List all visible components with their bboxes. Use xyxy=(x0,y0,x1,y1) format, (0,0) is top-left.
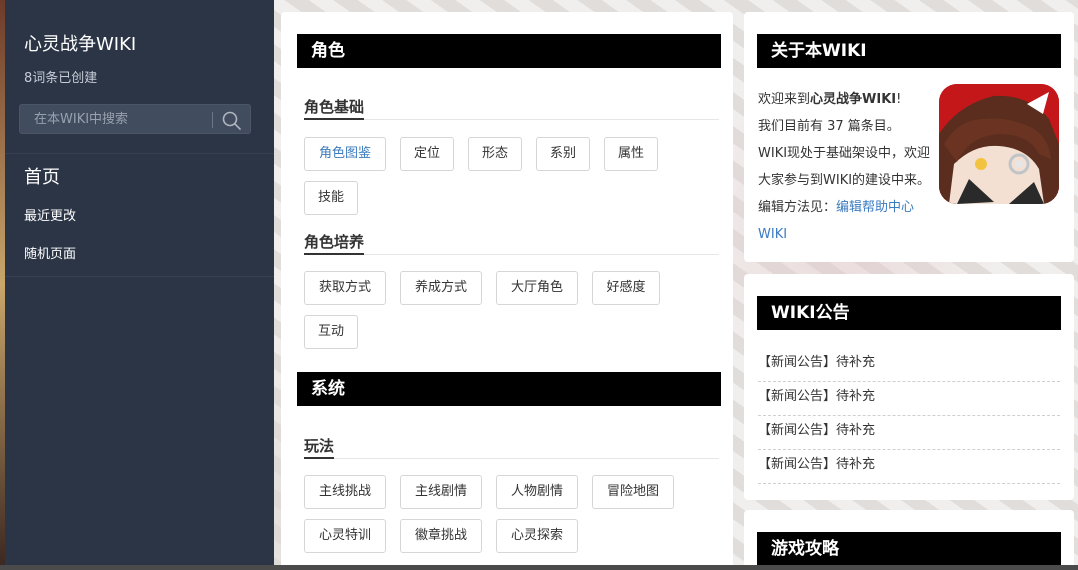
section-title-role: 角色 xyxy=(297,34,721,68)
news-item[interactable]: 【新闻公告】待补充 xyxy=(758,416,1060,450)
tag-mind-explore[interactable]: 心灵探索 xyxy=(496,519,578,553)
nav-home[interactable]: 首页 xyxy=(24,163,60,189)
notice-title: WIKI公告 xyxy=(757,296,1061,330)
tag-positioning[interactable]: 定位 xyxy=(400,137,454,171)
search-box xyxy=(19,104,251,134)
tag-adventure-map[interactable]: 冒险地图 xyxy=(592,475,674,509)
tag-affinity[interactable]: 好感度 xyxy=(592,271,660,305)
tag-badge-challenge[interactable]: 徽章挑战 xyxy=(400,519,482,553)
tag-interaction[interactable]: 互动 xyxy=(304,315,358,349)
nav-random-page[interactable]: 随机页面 xyxy=(24,243,76,262)
tag-form[interactable]: 形态 xyxy=(468,137,522,171)
group-title-text: 角色基础 xyxy=(304,98,365,120)
notice-card: WIKI公告 【新闻公告】待补充 【新闻公告】待补充 【新闻公告】待补充 【新闻… xyxy=(744,274,1074,500)
tag-attribute[interactable]: 属性 xyxy=(604,137,658,171)
search-icon xyxy=(222,111,241,130)
group-title-role-training: 角色培养 xyxy=(304,233,719,255)
group-title-role-basic: 角色基础 xyxy=(304,98,719,120)
tag-role-gallery[interactable]: 角色图鉴 xyxy=(304,137,386,171)
character-avatar-art xyxy=(939,84,1059,204)
tag-mind-training[interactable]: 心灵特训 xyxy=(304,519,386,553)
bottom-strip xyxy=(0,565,1078,570)
entry-count-text: 我们目前有 37 篇条目。 xyxy=(758,119,900,134)
guide-title: 游戏攻略 xyxy=(757,532,1061,566)
news-item[interactable]: 【新闻公告】待补充 xyxy=(758,382,1060,416)
about-card: 关于本WIKI 欢迎来到心灵战争WIKI! 我们目前有 37 篇条目。 WIKI… xyxy=(744,12,1074,262)
about-title: 关于本WIKI xyxy=(757,34,1061,68)
group-title-text: 角色培养 xyxy=(304,233,365,255)
news-item[interactable]: 【新闻公告】待补充 xyxy=(758,450,1060,484)
group-title-gameplay: 玩法 xyxy=(304,437,719,459)
site-title[interactable]: 心灵战争WIKI xyxy=(24,30,136,56)
welcome-name: 心灵战争WIKI xyxy=(810,92,897,107)
welcome-pre: 欢迎来到 xyxy=(758,92,811,107)
sidebar-divider xyxy=(5,153,274,154)
tag-training[interactable]: 养成方式 xyxy=(400,271,482,305)
section-title-system: 系统 xyxy=(297,372,721,406)
tag-acquire[interactable]: 获取方式 xyxy=(304,271,386,305)
tag-main-challenge[interactable]: 主线挑战 xyxy=(304,475,386,509)
entry-count: 8词条已创建 xyxy=(24,71,98,86)
edit-label: 编辑方法见： xyxy=(758,200,837,215)
nav-recent-changes[interactable]: 最近更改 xyxy=(24,205,76,224)
main-content: 角色 角色基础 角色图鉴 定位 形态 系别 属性 技能 角色培养 获取方式 养成… xyxy=(281,12,733,570)
guide-card: 游戏攻略 xyxy=(744,510,1074,570)
about-text: 欢迎来到心灵战争WIKI! 我们目前有 37 篇条目。 WIKI现处于基础架设中… xyxy=(758,86,936,248)
welcome-post: ! xyxy=(896,92,902,107)
tag-series[interactable]: 系别 xyxy=(536,137,590,171)
search-input[interactable] xyxy=(20,105,212,133)
status-text: WIKI现处于基础架设中，欢迎大家参与到WIKI的建设中来。 xyxy=(758,146,931,188)
tag-main-story[interactable]: 主线剧情 xyxy=(400,475,482,509)
tag-skill[interactable]: 技能 xyxy=(304,181,358,215)
group-title-text: 玩法 xyxy=(304,437,335,459)
search-separator xyxy=(212,112,213,128)
search-button[interactable] xyxy=(220,109,244,131)
sidebar: 心灵战争WIKI 8词条已创建 首页 最近更改 随机页面 xyxy=(5,0,274,570)
sidebar-divider xyxy=(5,276,274,277)
tag-lobby-role[interactable]: 大厅角色 xyxy=(496,271,578,305)
news-item[interactable]: 【新闻公告】待补充 xyxy=(758,348,1060,382)
character-avatar xyxy=(939,84,1059,204)
tag-character-story[interactable]: 人物剧情 xyxy=(496,475,578,509)
